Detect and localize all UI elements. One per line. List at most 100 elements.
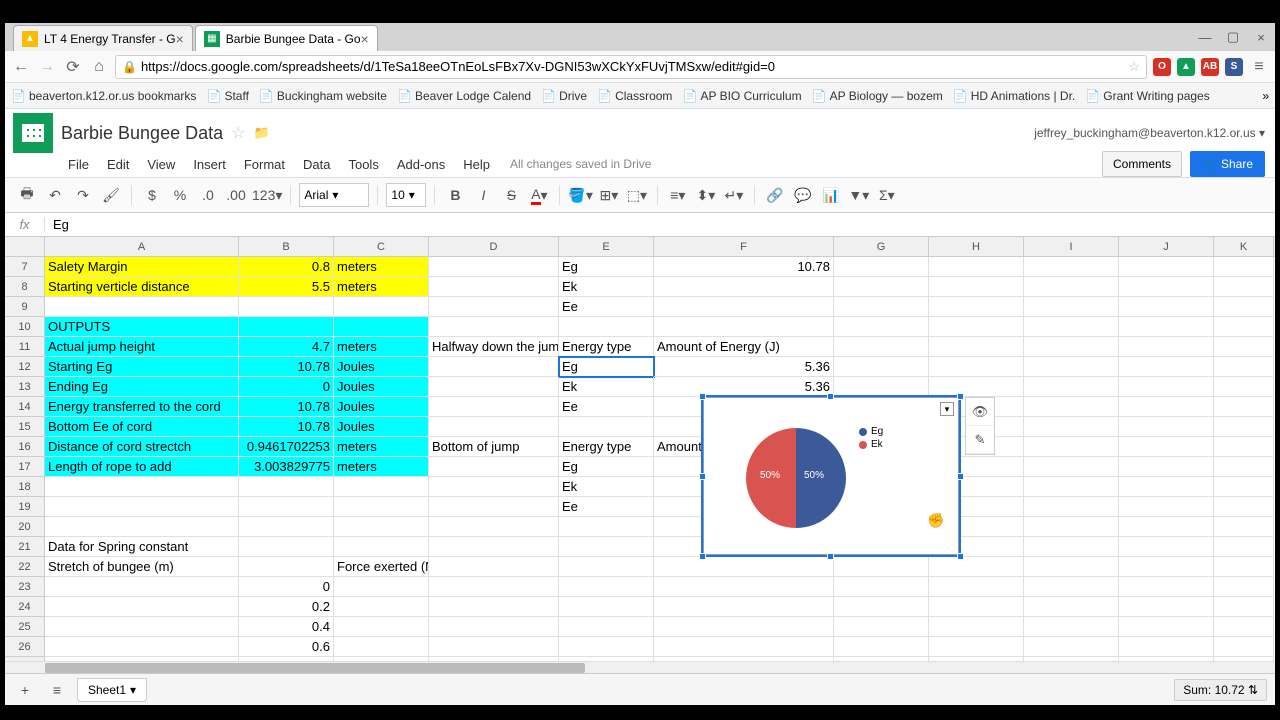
menu-file[interactable]: File [60, 154, 97, 175]
extension-icon[interactable]: AB [1201, 58, 1219, 76]
back-icon[interactable]: ← [11, 57, 31, 77]
cell[interactable] [1024, 557, 1119, 577]
chart-icon[interactable]: 📊 [819, 183, 843, 207]
cell[interactable] [834, 377, 929, 397]
cell[interactable]: Energy type [559, 337, 654, 357]
menu-add-ons[interactable]: Add-ons [389, 154, 453, 175]
cell[interactable]: Eg [559, 457, 654, 477]
cell[interactable]: Ee [559, 397, 654, 417]
strikethrough-icon[interactable]: S [499, 183, 523, 207]
cell[interactable] [654, 277, 834, 297]
cell[interactable] [834, 577, 929, 597]
bookmark-item[interactable]: 📄Classroom [597, 89, 672, 103]
cell[interactable]: 0 [239, 577, 334, 597]
redo-icon[interactable]: ↷ [71, 183, 95, 207]
row-header[interactable]: 24 [5, 597, 44, 617]
menu-edit[interactable]: Edit [99, 154, 137, 175]
cell[interactable] [1024, 397, 1119, 417]
cell[interactable] [1214, 297, 1274, 317]
cell[interactable]: 0.6 [239, 637, 334, 657]
h-scrollbar[interactable] [5, 661, 1275, 673]
cell[interactable]: 0 [239, 377, 334, 397]
merge-icon[interactable]: ⬚▾ [625, 183, 649, 207]
extension-icon[interactable]: S [1225, 58, 1243, 76]
cell[interactable] [1024, 537, 1119, 557]
col-header[interactable]: K [1214, 237, 1274, 256]
col-header[interactable]: D [429, 237, 559, 256]
col-header[interactable]: A [45, 237, 239, 256]
cell[interactable] [1214, 317, 1274, 337]
cell[interactable]: Ee [559, 497, 654, 517]
cell[interactable] [1119, 557, 1214, 577]
bookmarks-overflow-icon[interactable]: » [1262, 89, 1269, 103]
cell[interactable] [1119, 257, 1214, 277]
cell[interactable] [559, 617, 654, 637]
edit-icon[interactable]: ✎ [966, 426, 994, 454]
functions-icon[interactable]: Σ▾ [875, 183, 899, 207]
star-icon[interactable]: ☆ [231, 123, 245, 143]
row-header[interactable]: 22 [5, 557, 44, 577]
cell[interactable] [334, 477, 429, 497]
row-header[interactable]: 14 [5, 397, 44, 417]
row-header[interactable]: 20 [5, 517, 44, 537]
cell[interactable] [1024, 257, 1119, 277]
bookmark-item[interactable]: 📄Staff [206, 89, 248, 103]
cell[interactable] [1214, 397, 1274, 417]
cell[interactable] [45, 577, 239, 597]
cell[interactable] [1024, 457, 1119, 477]
cell[interactable] [429, 557, 559, 577]
browser-tab-active[interactable]: ▦ Barbie Bungee Data - Go × [195, 25, 378, 51]
cell[interactable] [1119, 637, 1214, 657]
cell[interactable] [834, 617, 929, 637]
cell[interactable] [239, 517, 334, 537]
percent-icon[interactable]: % [168, 183, 192, 207]
cell[interactable] [1119, 617, 1214, 637]
cell[interactable] [45, 617, 239, 637]
cell[interactable]: Bottom Ee of cord [45, 417, 239, 437]
cell[interactable] [559, 517, 654, 537]
cell[interactable] [1119, 517, 1214, 537]
cell[interactable] [1119, 317, 1214, 337]
cell[interactable] [1119, 597, 1214, 617]
cell[interactable] [654, 577, 834, 597]
row-header[interactable]: 12 [5, 357, 44, 377]
cell[interactable] [45, 597, 239, 617]
cell[interactable] [1119, 277, 1214, 297]
row-header[interactable]: 26 [5, 637, 44, 657]
cell[interactable]: Joules [334, 377, 429, 397]
home-icon[interactable]: ⌂ [89, 57, 109, 77]
cell[interactable] [429, 457, 559, 477]
cell[interactable] [929, 357, 1024, 377]
cell[interactable] [559, 317, 654, 337]
cell[interactable] [559, 417, 654, 437]
cell[interactable] [929, 277, 1024, 297]
cell[interactable] [559, 637, 654, 657]
close-icon[interactable]: × [176, 31, 184, 47]
cell[interactable] [334, 317, 429, 337]
cell[interactable]: Ek [559, 477, 654, 497]
cell[interactable] [429, 577, 559, 597]
cell[interactable] [239, 297, 334, 317]
cell[interactable]: Amount of Energy (J) [654, 337, 834, 357]
cell[interactable] [1119, 297, 1214, 317]
spreadsheet-grid[interactable]: ABCDEFGHIJK 7891011121314151617181920212… [5, 237, 1275, 661]
cell[interactable] [1024, 617, 1119, 637]
cell[interactable] [1214, 497, 1274, 517]
cell[interactable] [1119, 377, 1214, 397]
cell[interactable] [429, 637, 559, 657]
cell[interactable] [334, 497, 429, 517]
extension-icon[interactable]: O [1153, 58, 1171, 76]
cell[interactable] [429, 317, 559, 337]
wrap-icon[interactable]: ↵▾ [722, 183, 746, 207]
bookmark-item[interactable]: 📄Drive [541, 89, 587, 103]
row-header[interactable]: 21 [5, 537, 44, 557]
comments-button[interactable]: Comments [1102, 151, 1182, 177]
col-header[interactable]: I [1024, 237, 1119, 256]
cell[interactable] [429, 497, 559, 517]
cell[interactable] [334, 597, 429, 617]
cell[interactable]: Joules [334, 417, 429, 437]
currency-icon[interactable]: $ [140, 183, 164, 207]
embedded-chart[interactable]: 50% 50% Eg Ek ▾ [703, 397, 959, 555]
cell[interactable] [45, 497, 239, 517]
cell[interactable]: Salety Margin [45, 257, 239, 277]
